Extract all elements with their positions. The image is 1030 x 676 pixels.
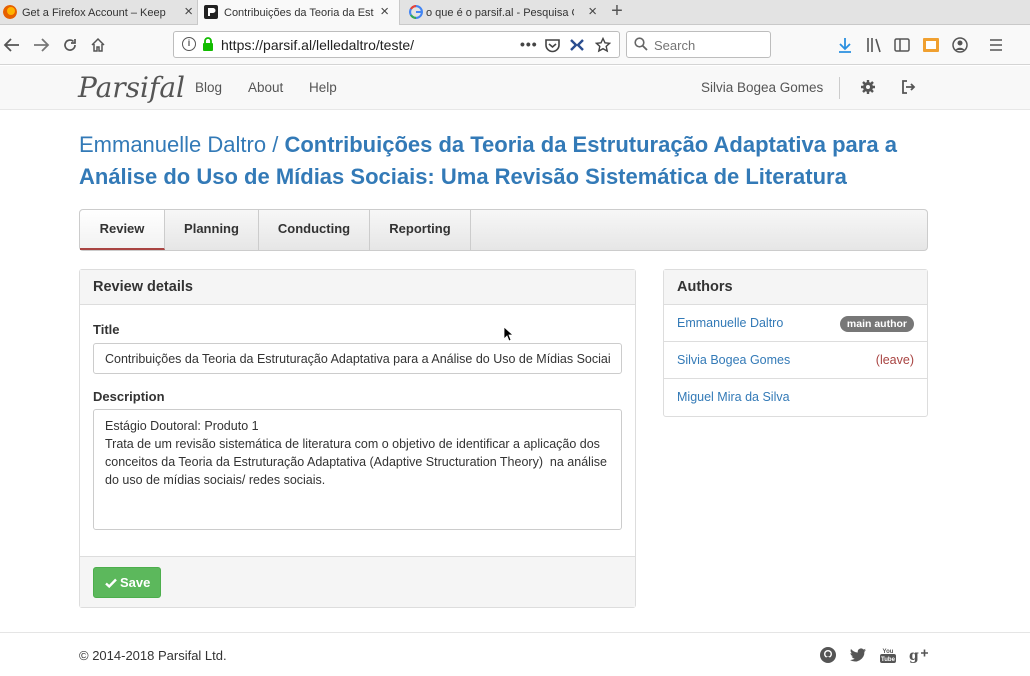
url-prefix: https:// <box>221 37 264 53</box>
title-label: Title <box>93 322 120 337</box>
gear-icon[interactable] <box>860 79 876 95</box>
authors-heading: Authors <box>664 270 927 305</box>
twitter-icon[interactable] <box>849 646 867 664</box>
tab-planning[interactable]: Planning <box>165 210 259 250</box>
site-logo[interactable]: Parsifal <box>78 71 185 104</box>
arrow-right-icon <box>34 38 50 52</box>
footer-divider <box>0 632 1030 633</box>
author-row: Silvia Bogea Gomes (leave) <box>664 342 927 379</box>
arrow-left-icon <box>3 38 19 52</box>
bookmark-star-icon[interactable] <box>595 37 611 53</box>
library-icon[interactable] <box>864 35 884 55</box>
lock-icon[interactable] <box>202 37 214 52</box>
close-icon[interactable]: × <box>588 3 597 21</box>
browser-tab-google-search[interactable]: o que é o parsif.al - Pesquisa G × <box>404 0 601 25</box>
title-input[interactable] <box>93 343 622 374</box>
google-icon <box>409 5 423 19</box>
search-icon <box>634 37 648 51</box>
reload-button[interactable] <box>58 33 82 57</box>
browser-tab-title: o que é o parsif.al - Pesquisa G <box>426 6 574 19</box>
browser-tab-firefox-account[interactable]: Get a Firefox Account – Keep yo × <box>0 0 197 25</box>
author-row: Miguel Mira da Silva <box>664 379 927 416</box>
youtube-icon[interactable]: You Tube <box>879 646 897 664</box>
leave-review-link[interactable]: (leave) <box>876 353 914 367</box>
author-link[interactable]: Miguel Mira da Silva <box>677 390 790 404</box>
tab-review[interactable]: Review <box>80 210 165 250</box>
browser-search-box[interactable] <box>626 31 771 58</box>
review-tabs: Review Planning Conducting Reporting <box>79 209 928 251</box>
mouse-cursor-icon <box>503 326 513 342</box>
review-owner-link[interactable]: Emmanuelle Daltro <box>79 132 266 157</box>
sidebar-icon[interactable] <box>892 35 912 55</box>
more-actions-icon[interactable]: ••• <box>520 36 538 52</box>
firefox-icon <box>3 5 17 19</box>
browser-tab-title: Get a Firefox Account – Keep yo <box>22 6 167 19</box>
copyright-text: © 2014-2018 Parsifal Ltd. <box>79 648 227 663</box>
nav-link-about[interactable]: About <box>248 80 283 95</box>
close-icon[interactable]: × <box>380 3 389 21</box>
extension-icon[interactable] <box>569 38 585 53</box>
url-path: /lelledaltro/teste/ <box>312 37 415 53</box>
current-user-link[interactable]: Silvia Bogea Gomes <box>701 80 823 95</box>
header-divider <box>839 77 840 99</box>
parsifal-icon <box>204 5 218 19</box>
pocket-icon[interactable] <box>545 38 560 53</box>
tab-reporting[interactable]: Reporting <box>370 210 471 250</box>
main-author-badge: main author <box>839 316 914 332</box>
home-button[interactable] <box>86 33 110 57</box>
site-navbar: Parsifal Blog About Help Silvia Bogea Go… <box>0 66 1030 110</box>
browser-tab-bar: Get a Firefox Account – Keep yo × Contri… <box>0 0 1030 26</box>
nav-link-blog[interactable]: Blog <box>195 80 222 95</box>
svg-text:Tube: Tube <box>881 657 896 663</box>
home-icon <box>91 37 105 52</box>
page-title: Emmanuelle Daltro / Contribuições da Teo… <box>79 129 899 193</box>
forward-button[interactable] <box>29 33 53 57</box>
save-button[interactable]: Save <box>93 567 161 598</box>
save-button-label: Save <box>120 575 151 590</box>
author-link[interactable]: Emmanuelle Daltro <box>677 316 783 330</box>
address-bar[interactable]: i https://parsif.al/lelledaltro/teste/ •… <box>173 31 620 58</box>
check-icon <box>105 578 117 589</box>
sign-out-icon[interactable] <box>900 79 916 95</box>
info-icon[interactable]: i <box>182 37 196 51</box>
browser-toolbar: i https://parsif.al/lelledaltro/teste/ •… <box>0 25 1030 65</box>
author-row: Emmanuelle Daltro main author <box>664 305 927 342</box>
google-plus-icon[interactable]: g <box>909 646 929 664</box>
title-separator: / <box>272 132 279 157</box>
review-details-heading: Review details <box>80 270 635 305</box>
browser-search-input[interactable] <box>654 36 764 54</box>
tab-conducting[interactable]: Conducting <box>259 210 370 250</box>
screenshot-extension-icon[interactable] <box>921 35 941 55</box>
account-icon[interactable] <box>950 35 970 55</box>
reload-icon <box>64 39 76 51</box>
close-icon[interactable]: × <box>184 3 193 21</box>
new-tab-button[interactable]: + <box>606 0 628 25</box>
url-text[interactable]: https://parsif.al/lelledaltro/teste/ <box>221 37 414 53</box>
url-host: parsif.al <box>263 37 313 53</box>
nav-link-help[interactable]: Help <box>309 80 337 95</box>
authors-panel: Authors Emmanuelle Daltro main author Si… <box>663 269 928 417</box>
svg-text:g: g <box>909 648 919 664</box>
review-details-footer: Save <box>80 556 635 607</box>
browser-tab-title: Contribuições da Teoria da Estr <box>224 7 374 19</box>
github-icon[interactable] <box>819 646 837 664</box>
back-button[interactable] <box>0 33 24 57</box>
description-textarea[interactable]: Estágio Doutoral: Produto 1 Trata de um … <box>93 409 622 530</box>
description-label: Description <box>93 389 165 404</box>
browser-tab-parsifal-review[interactable]: Contribuições da Teoria da Estr × <box>197 0 400 26</box>
review-details-panel: Review details Title Description Estágio… <box>79 269 636 608</box>
hamburger-menu-icon[interactable] <box>986 35 1006 55</box>
author-link[interactable]: Silvia Bogea Gomes <box>677 353 790 367</box>
download-icon[interactable] <box>835 35 855 55</box>
